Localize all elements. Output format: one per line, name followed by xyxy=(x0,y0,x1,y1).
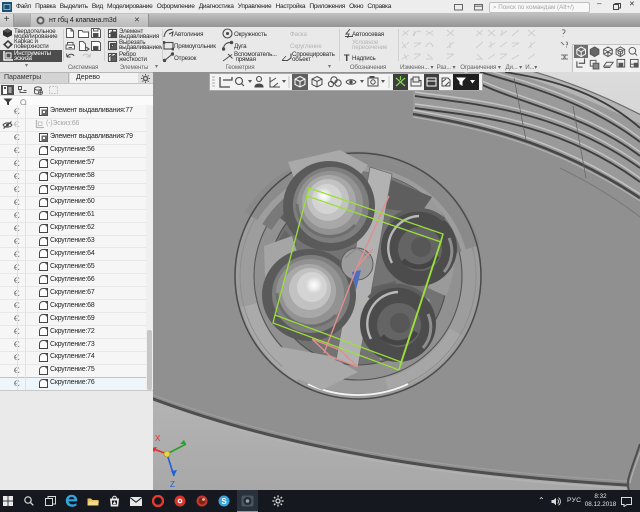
svg-text:S: S xyxy=(221,497,227,506)
svg-text:X: X xyxy=(155,434,161,443)
svg-text:Z: Z xyxy=(170,480,175,489)
